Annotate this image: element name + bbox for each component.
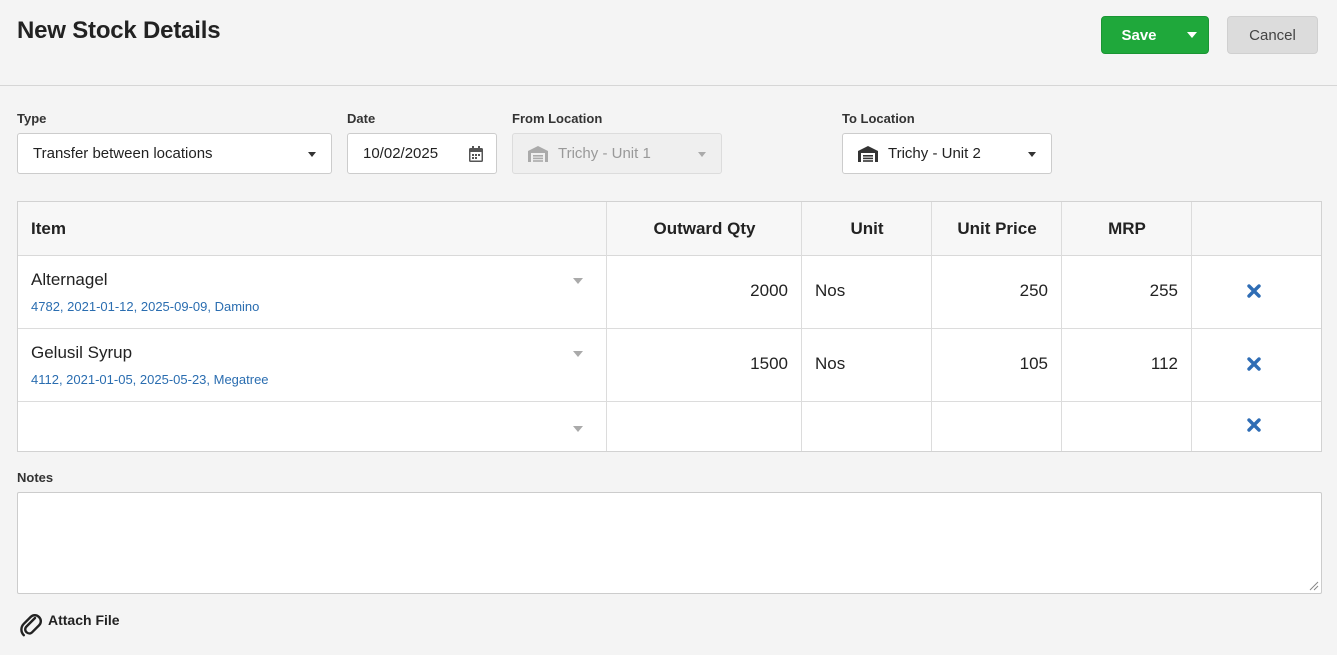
table-header: Item Outward Qty Unit Unit Price MRP <box>18 202 1321 256</box>
warehouse-icon <box>858 145 878 162</box>
table-row: Gelusil Syrup 4112, 2021-01-05, 2025-05-… <box>18 329 1321 402</box>
unit-value: Nos <box>815 281 846 300</box>
save-button-group[interactable]: Save <box>1101 16 1209 54</box>
column-header-item: Item <box>31 218 66 238</box>
item-name: Alternagel <box>31 270 108 289</box>
to-location-label: To Location <box>842 111 915 126</box>
attach-file-button[interactable]: Attach File <box>20 612 120 638</box>
attach-file-label: Attach File <box>48 612 120 628</box>
unit-price-input[interactable]: 105 <box>932 354 1048 374</box>
unit-price-input[interactable]: 250 <box>932 281 1048 301</box>
items-table: Item Outward Qty Unit Unit Price MRP Alt… <box>17 201 1322 452</box>
notes-label: Notes <box>17 470 54 485</box>
item-select[interactable] <box>18 402 606 451</box>
from-location-label: From Location <box>512 111 603 126</box>
to-location-value: Trichy - Unit 2 <box>888 145 981 162</box>
type-select-value: Transfer between locations <box>33 145 213 162</box>
from-location-select: Trichy - Unit 1 <box>512 133 722 174</box>
chevron-down-icon <box>1028 152 1036 157</box>
save-options-dropdown[interactable] <box>1176 17 1208 53</box>
to-location-select[interactable]: Trichy - Unit 2 <box>842 133 1052 174</box>
chevron-down-icon <box>573 426 583 432</box>
chevron-down-icon <box>1187 32 1197 38</box>
item-select[interactable]: Alternagel 4782, 2021-01-12, 2025-09-09,… <box>18 256 606 328</box>
type-label: Type <box>17 111 47 126</box>
column-header-outward-qty: Outward Qty <box>653 218 756 238</box>
paperclip-icon <box>20 614 42 637</box>
chevron-down-icon <box>573 351 583 357</box>
page-header: New Stock Details Save Cancel <box>0 0 1337 86</box>
date-input-value: 10/02/2025 <box>363 145 439 162</box>
mrp-input[interactable]: 255 <box>1062 281 1178 301</box>
page-title: New Stock Details <box>17 17 221 44</box>
column-header-mrp: MRP <box>1108 218 1146 238</box>
remove-row-icon[interactable] <box>1247 418 1261 432</box>
outward-qty-input[interactable]: 1500 <box>607 354 788 374</box>
type-select[interactable]: Transfer between locations <box>17 133 332 174</box>
remove-row-icon[interactable] <box>1247 284 1261 298</box>
resize-handle-icon[interactable] <box>1309 581 1319 591</box>
mrp-input[interactable] <box>1062 402 1191 451</box>
date-input[interactable]: 10/02/2025 <box>347 133 497 174</box>
calendar-icon[interactable] <box>469 146 483 162</box>
warehouse-icon <box>528 145 548 162</box>
chevron-down-icon <box>573 278 583 284</box>
chevron-down-icon <box>308 152 316 157</box>
column-header-unit-price: Unit Price <box>957 218 1037 238</box>
unit-price-input[interactable] <box>932 402 1061 451</box>
date-label: Date <box>347 111 376 126</box>
cancel-button[interactable]: Cancel <box>1227 16 1318 54</box>
table-row-empty <box>18 402 1321 451</box>
item-batch-details: 4782, 2021-01-12, 2025-09-09, Damino <box>31 299 260 314</box>
remove-row-icon[interactable] <box>1247 357 1261 371</box>
save-button[interactable]: Save <box>1102 17 1176 53</box>
item-select[interactable]: Gelusil Syrup 4112, 2021-01-05, 2025-05-… <box>18 329 606 401</box>
item-name: Gelusil Syrup <box>31 343 133 362</box>
outward-qty-input[interactable]: 2000 <box>607 281 788 301</box>
mrp-input[interactable]: 112 <box>1062 354 1178 374</box>
outward-qty-input[interactable] <box>607 402 801 451</box>
from-location-value: Trichy - Unit 1 <box>558 145 651 162</box>
chevron-down-icon <box>698 152 706 157</box>
column-header-unit: Unit <box>850 218 884 238</box>
unit-value: Nos <box>815 354 846 373</box>
item-batch-details: 4112, 2021-01-05, 2025-05-23, Megatree <box>31 372 269 387</box>
notes-textarea[interactable] <box>17 492 1322 594</box>
table-row: Alternagel 4782, 2021-01-12, 2025-09-09,… <box>18 256 1321 329</box>
